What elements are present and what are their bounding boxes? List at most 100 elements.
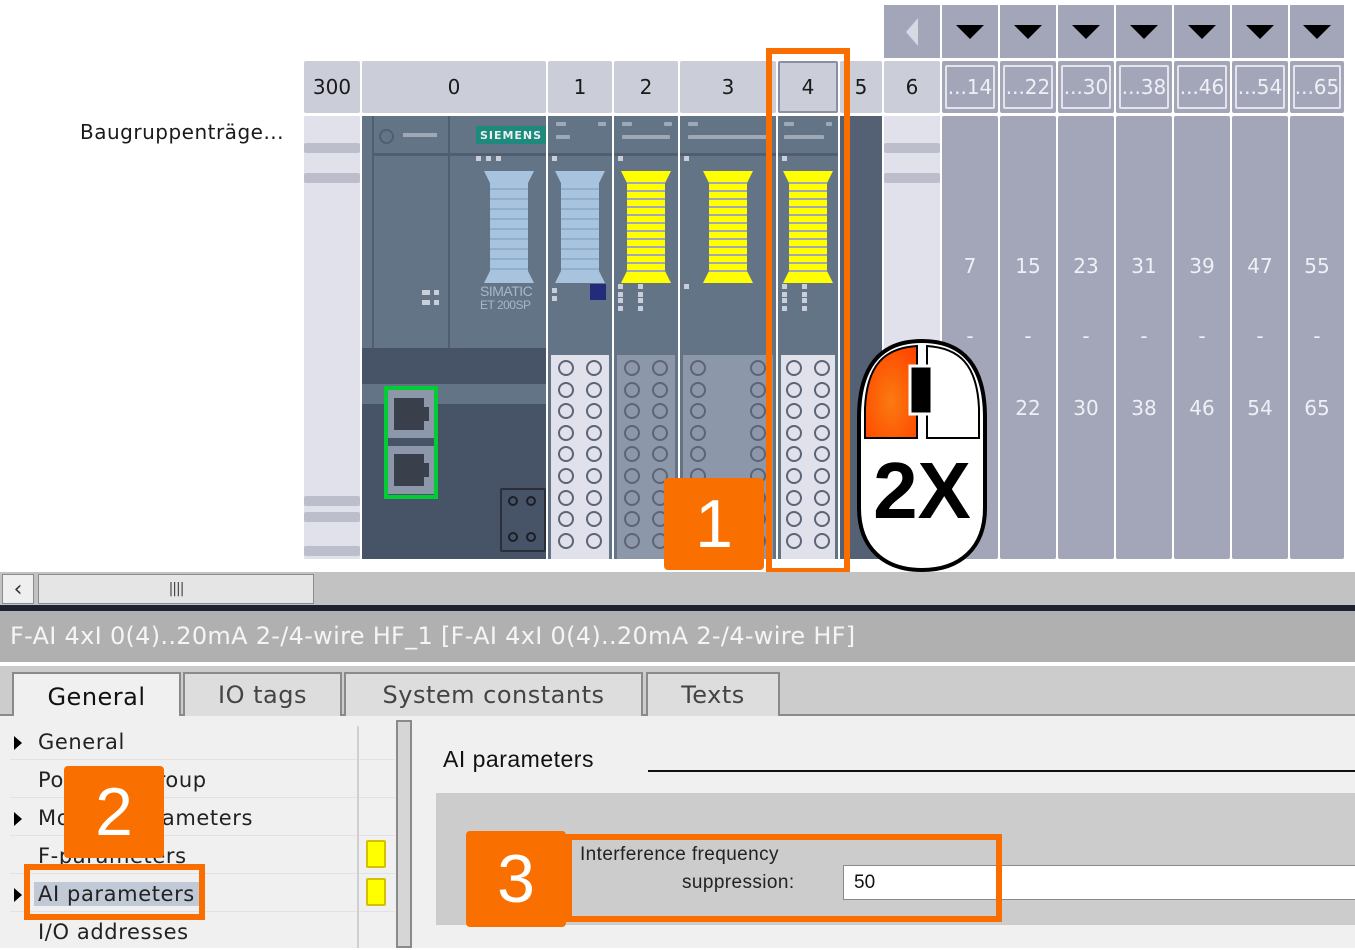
range-end: 38	[1131, 396, 1157, 420]
empty-slot-range[interactable]: 39 - 46	[1174, 116, 1230, 559]
range-separator: -	[1024, 324, 1032, 348]
scrollbar-thumb[interactable]: ||||	[38, 574, 314, 604]
port-highlight	[384, 386, 438, 499]
siemens-logo: SIEMENS	[476, 126, 546, 144]
grip-icon: ||||	[168, 581, 185, 597]
coil-icon	[555, 171, 605, 283]
double-click-label: 2X	[873, 446, 971, 535]
slot-range-header[interactable]: ...65	[1290, 61, 1344, 113]
slot-range-header[interactable]: ...14	[942, 61, 998, 113]
range-start: 7	[963, 254, 977, 278]
tree-item-module-parameters[interactable]: Module parameters	[0, 798, 395, 836]
slot-range-header[interactable]: ...54	[1232, 61, 1288, 113]
slot-range-label: ...14	[945, 65, 995, 109]
slot-header[interactable]: 3	[680, 61, 776, 113]
module-slot-1[interactable]	[548, 116, 612, 559]
range-end: 30	[1073, 396, 1099, 420]
tab-texts[interactable]: Texts	[646, 672, 780, 716]
rack-label: Baugruppenträge...	[80, 120, 285, 144]
empty-slot-range[interactable]: 15 - 22	[1000, 116, 1056, 559]
range-separator: -	[1140, 324, 1148, 348]
range-start: 47	[1247, 254, 1273, 278]
range-end: 54	[1247, 396, 1273, 420]
empty-slot-range[interactable]: 47 - 54	[1232, 116, 1288, 559]
range-end: 46	[1189, 396, 1215, 420]
terminal-hole	[624, 468, 640, 484]
slot-header[interactable]: 2	[614, 61, 678, 113]
terminal-hole	[586, 468, 602, 484]
terminal-hole	[586, 360, 602, 376]
tab-io-tags[interactable]: IO tags	[183, 672, 342, 716]
expand-slot-range-button[interactable]	[942, 5, 998, 58]
step-badge-3: 3	[466, 831, 566, 927]
terminal-hole	[652, 424, 668, 441]
product-line2: ET 200SP	[480, 298, 531, 312]
empty-slot-range[interactable]: 23 - 30	[1058, 116, 1114, 559]
terminal-hole	[586, 532, 602, 549]
slot-header[interactable]: 1	[548, 61, 612, 113]
range-separator: -	[1256, 324, 1264, 348]
expand-slot-range-button[interactable]	[1174, 5, 1230, 58]
expand-slot-range-button[interactable]	[1290, 5, 1344, 58]
slot-range-header[interactable]: ...46	[1174, 61, 1230, 113]
slot-range-header[interactable]: ...38	[1116, 61, 1172, 113]
expand-slot-range-button[interactable]	[1058, 5, 1114, 58]
empty-slot-range[interactable]: 31 - 38	[1116, 116, 1172, 559]
scroll-left-arrow[interactable]: ‹	[2, 574, 34, 604]
terminal-hole	[750, 381, 766, 398]
rail-slot-300[interactable]	[304, 116, 360, 559]
highlight-frame-slot-4	[766, 48, 850, 574]
triangle-down-icon	[1130, 24, 1158, 39]
slot-header[interactable]: 6	[884, 61, 940, 113]
tree-item-general[interactable]: General	[0, 722, 395, 760]
terminal-hole	[624, 381, 640, 398]
expand-slot-range-button[interactable]	[1232, 5, 1288, 58]
expand-triangle-icon[interactable]	[14, 736, 22, 750]
slot-range-label: ...46	[1177, 65, 1227, 109]
terminal-hole	[652, 360, 668, 376]
step-badge-1: 1	[664, 478, 764, 570]
terminal-hole	[558, 360, 574, 376]
range-start: 39	[1189, 254, 1215, 278]
terminal-hole	[558, 381, 574, 398]
section-underline	[648, 770, 1355, 772]
terminal-hole	[750, 360, 766, 376]
coil-icon	[621, 171, 671, 283]
tree-item-potential-group[interactable]: Potential group	[0, 760, 395, 798]
tree-vertical-scrollbar[interactable]	[396, 720, 412, 948]
terminal-hole	[558, 489, 574, 506]
product-line1: SIMATIC	[480, 283, 533, 299]
mouse-double-click-icon: 2X	[857, 338, 987, 573]
slot-header[interactable]: 300	[304, 61, 360, 113]
terminal-hole	[690, 381, 706, 398]
arrow-left-icon	[906, 17, 918, 46]
triangle-down-icon	[1072, 24, 1100, 39]
step-badge-2: 2	[64, 766, 164, 858]
tree-column-divider	[357, 726, 359, 948]
expand-slot-range-button[interactable]	[1000, 5, 1056, 58]
empty-slot-range[interactable]: 55 - 65	[1290, 116, 1344, 559]
expand-triangle-icon[interactable]	[14, 812, 22, 826]
slot-range-label: ...30	[1061, 65, 1111, 109]
terminal-hole	[652, 381, 668, 398]
triangle-down-icon	[1188, 24, 1216, 39]
slot-range-label: ...65	[1293, 65, 1341, 109]
expand-slot-range-button[interactable]	[1116, 5, 1172, 58]
tab-general[interactable]: General	[12, 672, 181, 720]
warning-indicator-icon	[366, 878, 386, 906]
terminal-hole	[624, 532, 640, 549]
tree-item-label: General	[38, 730, 125, 754]
scroll-left-button[interactable]	[884, 5, 940, 58]
chevron-left-icon: ‹	[13, 576, 23, 602]
slot-range-header[interactable]: ...22	[1000, 61, 1056, 113]
coil-icon	[703, 171, 753, 283]
slot-range-label: ...38	[1119, 65, 1169, 109]
tab-system-constants[interactable]: System constants	[344, 672, 643, 716]
highlight-frame-parameter	[566, 834, 1002, 922]
slot-header[interactable]: 0	[362, 61, 546, 113]
range-separator: -	[1082, 324, 1090, 348]
slot-range-header[interactable]: ...30	[1058, 61, 1114, 113]
expand-triangle-icon[interactable]	[14, 888, 22, 902]
horizontal-scrollbar[interactable]: ‹ ||||	[0, 572, 1355, 606]
inspector-tabs: General IO tags System constants Texts	[0, 666, 1355, 720]
